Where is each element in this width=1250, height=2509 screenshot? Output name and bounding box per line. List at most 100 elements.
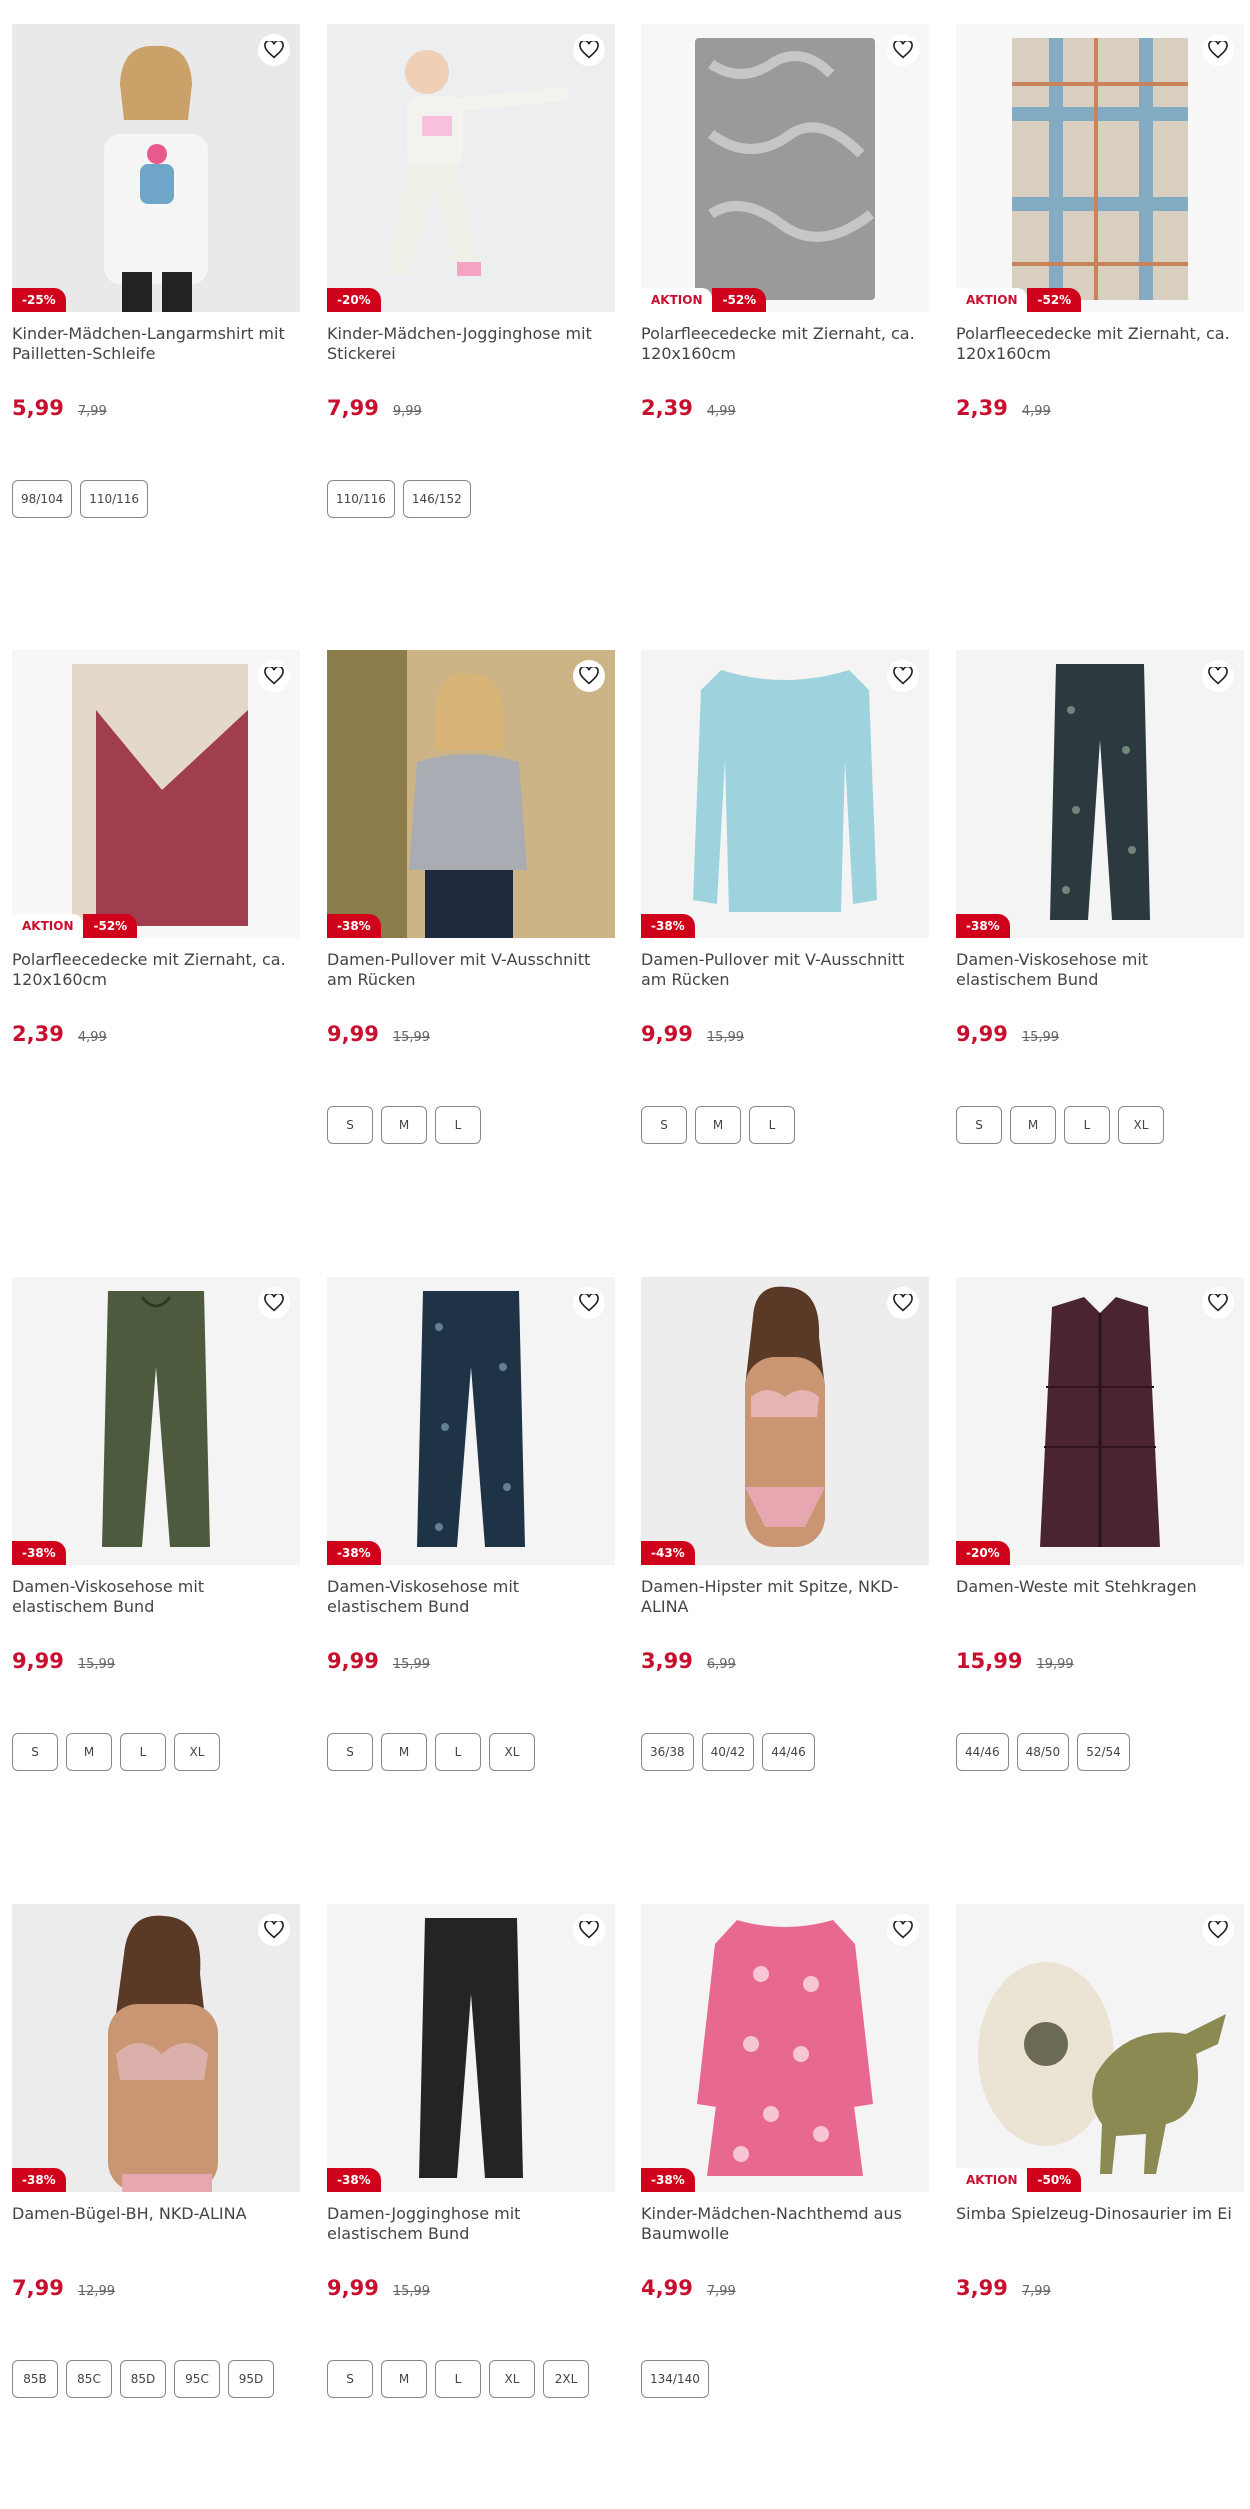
product-title[interactable]: Damen-Hipster mit Spitze, NKD-ALINA (641, 1577, 929, 1617)
wishlist-heart-icon[interactable] (1202, 660, 1234, 692)
product-card[interactable]: AKTION -52% Polarfleecedecke mit Ziernaht… (956, 24, 1244, 420)
size-option[interactable]: 52/54 (1077, 1733, 1130, 1771)
product-image[interactable]: -38% (641, 1904, 929, 2192)
size-option[interactable]: XL (1118, 1106, 1164, 1144)
wishlist-heart-icon[interactable] (573, 34, 605, 66)
size-option[interactable]: 110/116 (327, 480, 395, 518)
size-option[interactable]: S (641, 1106, 687, 1144)
product-title[interactable]: Kinder-Mädchen-Jogginghose mit Stickerei (327, 324, 615, 364)
size-option[interactable]: M (381, 2360, 427, 2398)
product-title[interactable]: Polarfleecedecke mit Ziernaht, ca. 120x1… (956, 324, 1244, 364)
wishlist-heart-icon[interactable] (258, 34, 290, 66)
wishlist-heart-icon[interactable] (887, 1287, 919, 1319)
size-option[interactable]: S (12, 1733, 58, 1771)
product-title[interactable]: Damen-Pullover mit V-Ausschnitt am Rücke… (641, 950, 929, 990)
product-image[interactable]: -20% (956, 1277, 1244, 1565)
product-title[interactable]: Kinder-Mädchen-Langarmshirt mit Paillett… (12, 324, 300, 364)
size-option[interactable]: L (749, 1106, 795, 1144)
size-option[interactable]: 134/140 (641, 2360, 709, 2398)
size-option[interactable]: L (120, 1733, 166, 1771)
product-title[interactable]: Damen-Viskosehose mit elastischem Bund (12, 1577, 300, 1617)
size-option[interactable]: 2XL (543, 2360, 589, 2398)
size-option[interactable]: 98/104 (12, 480, 73, 518)
size-option[interactable]: S (327, 1106, 373, 1144)
size-option[interactable]: 85D (120, 2360, 166, 2398)
product-image[interactable]: -38% (327, 1904, 615, 2192)
product-card[interactable]: AKTION -52% Polarfleecedecke mit Ziernaht… (12, 650, 300, 1046)
wishlist-heart-icon[interactable] (1202, 34, 1234, 66)
size-option[interactable]: M (381, 1106, 427, 1144)
size-option[interactable]: M (695, 1106, 741, 1144)
product-title[interactable]: Simba Spielzeug-Dinosaurier im Ei (956, 2204, 1244, 2244)
product-card[interactable]: -20% Damen-Weste mit Stehkragen 15,99 19… (956, 1277, 1244, 1771)
wishlist-heart-icon[interactable] (573, 1287, 605, 1319)
product-card[interactable]: -20% Kinder-Mädchen-Jogginghose mit Stic… (327, 24, 615, 518)
product-card[interactable]: -38% Kinder-Mädchen-Nachthemd aus Baumwo… (641, 1904, 929, 2398)
size-option[interactable]: S (327, 2360, 373, 2398)
size-option[interactable]: L (435, 1733, 481, 1771)
size-option[interactable]: M (381, 1733, 427, 1771)
size-option[interactable]: 95C (174, 2360, 220, 2398)
product-title[interactable]: Damen-Viskosehose mit elastischem Bund (327, 1577, 615, 1617)
product-card[interactable]: -43% Damen-Hipster mit Spitze, NKD-ALINA… (641, 1277, 929, 1771)
product-image[interactable]: -38% (12, 1277, 300, 1565)
product-title[interactable]: Damen-Pullover mit V-Ausschnitt am Rücke… (327, 950, 615, 990)
size-option[interactable]: XL (489, 1733, 535, 1771)
size-option[interactable]: 48/50 (1016, 1733, 1070, 1771)
product-title[interactable]: Damen-Jogginghose mit elastischem Bund (327, 2204, 615, 2244)
size-option[interactable]: L (1064, 1106, 1110, 1144)
product-image[interactable]: -38% (641, 650, 929, 938)
size-option[interactable]: XL (174, 1733, 220, 1771)
product-card[interactable]: -38% Damen-Viskosehose mit elastischem B… (327, 1277, 615, 1771)
size-option[interactable]: L (435, 2360, 481, 2398)
size-option[interactable]: 85C (66, 2360, 112, 2398)
size-option[interactable]: 44/46 (956, 1733, 1009, 1771)
product-card[interactable]: -38% Damen-Pullover mit V-Ausschnitt am … (641, 650, 929, 1144)
product-image[interactable]: -38% (327, 1277, 615, 1565)
product-card[interactable]: AKTION -52% Polarfleecedecke mit Ziernaht… (641, 24, 929, 420)
wishlist-heart-icon[interactable] (258, 660, 290, 692)
wishlist-heart-icon[interactable] (573, 1914, 605, 1946)
size-option[interactable]: 110/116 (80, 480, 149, 518)
wishlist-heart-icon[interactable] (887, 1914, 919, 1946)
size-option[interactable]: 44/46 (762, 1733, 815, 1771)
product-image[interactable]: -43% (641, 1277, 929, 1565)
product-title[interactable]: Damen-Bügel-BH, NKD-ALINA (12, 2204, 300, 2244)
product-image[interactable]: -38% (327, 650, 615, 938)
size-option[interactable]: XL (489, 2360, 535, 2398)
wishlist-heart-icon[interactable] (258, 1287, 290, 1319)
product-title[interactable]: Polarfleecedecke mit Ziernaht, ca. 120x1… (641, 324, 929, 364)
wishlist-heart-icon[interactable] (887, 34, 919, 66)
size-option[interactable]: M (66, 1733, 112, 1771)
wishlist-heart-icon[interactable] (573, 660, 605, 692)
size-option[interactable]: 95D (228, 2360, 274, 2398)
size-option[interactable]: M (1010, 1106, 1056, 1144)
wishlist-heart-icon[interactable] (258, 1914, 290, 1946)
product-title[interactable]: Damen-Viskosehose mit elastischem Bund (956, 950, 1244, 990)
product-image[interactable]: -20% (327, 24, 615, 312)
size-option[interactable]: 85B (12, 2360, 58, 2398)
size-option[interactable]: L (435, 1106, 481, 1144)
product-card[interactable]: -38% Damen-Viskosehose mit elastischem B… (956, 650, 1244, 1144)
wishlist-heart-icon[interactable] (887, 660, 919, 692)
product-image[interactable]: -25% (12, 24, 300, 312)
wishlist-heart-icon[interactable] (1202, 1914, 1234, 1946)
size-option[interactable]: 40/42 (701, 1733, 755, 1771)
product-image[interactable]: AKTION -52% (956, 24, 1244, 312)
product-title[interactable]: Polarfleecedecke mit Ziernaht, ca. 120x1… (12, 950, 300, 990)
product-image[interactable]: AKTION -52% (641, 24, 929, 312)
wishlist-heart-icon[interactable] (1202, 1287, 1234, 1319)
size-option[interactable]: 146/152 (402, 480, 471, 518)
product-image[interactable]: AKTION -52% (12, 650, 300, 938)
size-option[interactable]: S (327, 1733, 373, 1771)
product-card[interactable]: -25% Kinder-Mädchen-Langarmshirt mit Pai… (12, 24, 300, 518)
product-title[interactable]: Kinder-Mädchen-Nachthemd aus Baumwolle (641, 2204, 929, 2244)
product-card[interactable]: -38% Damen-Pullover mit V-Ausschnitt am … (327, 650, 615, 1144)
product-card[interactable]: -38% Damen-Viskosehose mit elastischem B… (12, 1277, 300, 1771)
size-option[interactable]: S (956, 1106, 1002, 1144)
product-image[interactable]: -38% (12, 1904, 300, 2192)
size-option[interactable]: 36/38 (641, 1733, 694, 1771)
product-title[interactable]: Damen-Weste mit Stehkragen (956, 1577, 1244, 1617)
product-card[interactable]: -38% Damen-Bügel-BH, NKD-ALINA 7,99 12,9… (12, 1904, 300, 2398)
product-card[interactable]: -38% Damen-Jogginghose mit elastischem B… (327, 1904, 615, 2398)
